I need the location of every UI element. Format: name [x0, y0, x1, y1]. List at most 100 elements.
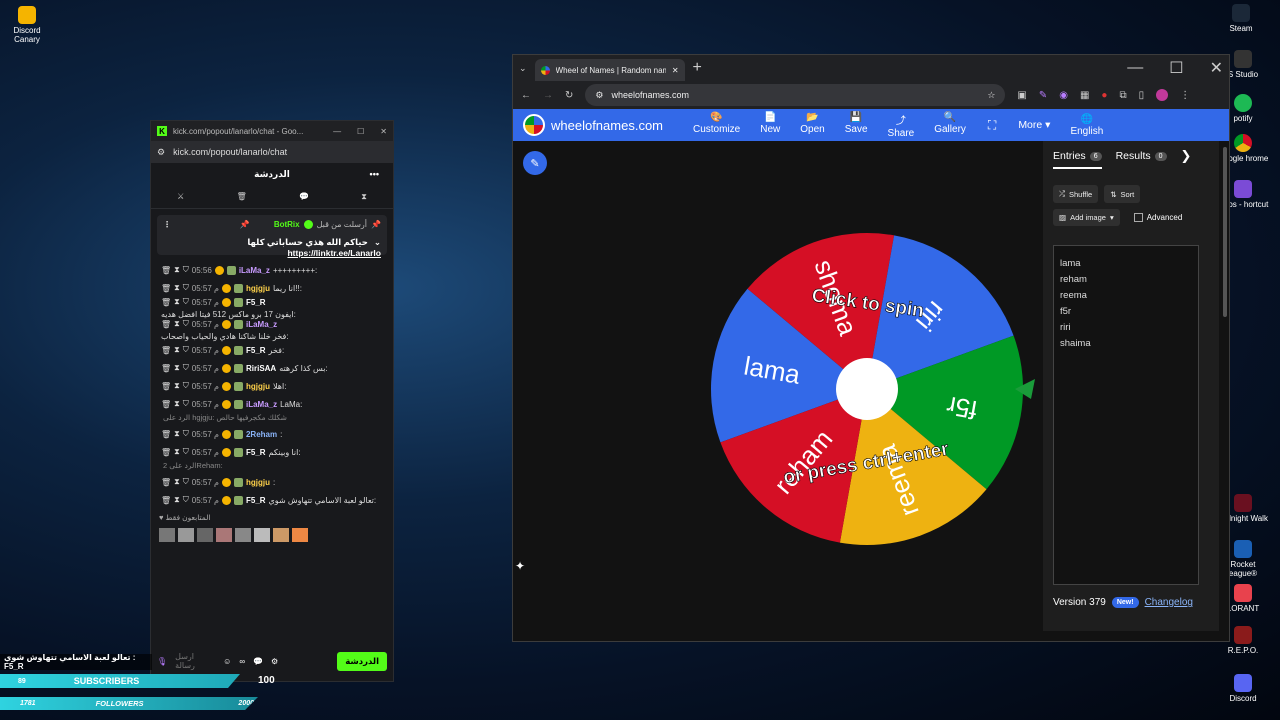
message-username[interactable]: F5_R [246, 346, 266, 355]
pin-icon[interactable]: 📌 [240, 220, 250, 229]
tab-search-icon[interactable]: ⌄ [519, 63, 527, 74]
delete-msg-icon[interactable]: 🗑 [161, 364, 171, 373]
site-info-icon[interactable]: ⚙ [595, 90, 603, 101]
split-icon[interactable]: ▯ [1139, 90, 1145, 101]
add-image-button[interactable]: ▨ Add image ▾ [1053, 209, 1120, 226]
pinned-link[interactable]: https://linktr.ee/Lanarlo [287, 248, 381, 258]
extension-icon[interactable]: ◉ [1059, 90, 1068, 101]
delete-msg-icon[interactable]: 🗑 [161, 284, 171, 293]
extensions-puzzle-icon[interactable]: ⧉ [1119, 90, 1126, 101]
delete-msg-icon[interactable]: 🗑 [161, 400, 171, 409]
maximize-icon[interactable]: ☐ [357, 127, 364, 136]
message-icon[interactable]: 💬 [299, 192, 309, 201]
nav-share-button[interactable]: ⤴ Share [888, 112, 915, 139]
sort-button[interactable]: ⇅ Sort [1104, 185, 1141, 203]
delete-msg-icon[interactable]: 🗑 [161, 382, 171, 391]
site-settings-icon[interactable]: ⚙ [157, 147, 165, 158]
delete-msg-icon[interactable]: 🗑 [161, 346, 171, 355]
site-brand[interactable]: wheelofnames.com [523, 114, 663, 136]
chat-url-bar[interactable]: ⚙ kick.com/popout/lanarlo/chat [151, 141, 393, 163]
emote-icon[interactable] [178, 528, 194, 542]
close-icon[interactable]: ✕ [380, 127, 387, 136]
tab-entries[interactable]: Entries 6 [1053, 150, 1102, 169]
message-username[interactable]: RiriSAA [246, 364, 276, 373]
message-username[interactable]: iLaMa_z [246, 320, 277, 329]
timeout-icon[interactable]: ⧗ [174, 345, 180, 355]
emoji-icon[interactable]: ☺ [223, 657, 231, 666]
nav-open-button[interactable]: 📂 Open [800, 112, 824, 139]
desktop-icon-discord[interactable]: Discord [1216, 674, 1270, 703]
delete-msg-icon[interactable]: 🗑 [161, 266, 171, 275]
language-button[interactable]: 🌐 English [1070, 114, 1103, 137]
timeout-icon[interactable]: ⧗ [174, 447, 180, 457]
emote-icon[interactable] [159, 528, 175, 542]
more-icon[interactable]: ⋮ [163, 220, 171, 229]
timeout-icon[interactable]: ⧗ [174, 477, 180, 487]
message-username[interactable]: F5_R [246, 448, 266, 457]
reload-icon[interactable]: ↻ [565, 90, 573, 101]
delete-msg-icon[interactable]: 🗑 [161, 496, 171, 505]
more-menu-button[interactable]: More ▾ [1018, 119, 1050, 131]
profile-avatar-icon[interactable] [1156, 89, 1169, 101]
minimize-icon[interactable]: — [333, 127, 341, 136]
fullscreen-icon[interactable]: ⛶ [988, 118, 996, 133]
wheel-of-names[interactable]: lamashoma ririf5rreemarehamClick to spino… [697, 219, 1037, 559]
back-icon[interactable]: ← [521, 90, 531, 101]
menu-kebab-icon[interactable]: ⋮ [1180, 90, 1190, 101]
emote-icon[interactable] [216, 528, 232, 542]
timeout-icon[interactable]: ⧗ [174, 399, 180, 409]
delete-msg-icon[interactable]: 🗑 [161, 448, 171, 457]
settings-gear-icon[interactable]: ⚙ [271, 657, 278, 666]
delete-msg-icon[interactable]: 🗑 [161, 298, 171, 307]
timeout-icon[interactable]: ⧗ [174, 381, 180, 391]
message-username[interactable]: hgjgju [246, 382, 270, 391]
edit-pencil-icon[interactable]: ✎ [523, 151, 547, 175]
advanced-checkbox[interactable] [1133, 213, 1143, 222]
hourglass-icon[interactable]: ⧗ [361, 192, 367, 202]
infinity-icon[interactable]: ∞ [239, 657, 245, 666]
message-username[interactable]: hgjgju [246, 478, 270, 487]
nav-gallery-button[interactable]: 🔍 Gallery [934, 112, 966, 139]
nav-new-button[interactable]: 📄 New [760, 112, 780, 139]
send-chat-button[interactable]: الدردشة [337, 651, 387, 671]
extension-icon[interactable]: ✎ [1039, 90, 1047, 101]
emote-icon[interactable] [197, 528, 213, 542]
changelog-link[interactable]: Changelog [1145, 597, 1193, 608]
extension-icon[interactable]: ▦ [1080, 90, 1089, 101]
chat-bubble-icon[interactable]: 💬 [253, 657, 263, 666]
sparkle-icon[interactable]: ✦ [515, 559, 535, 579]
message-username[interactable]: F5_R [246, 496, 266, 505]
trash-icon[interactable]: 🗑 [237, 192, 247, 201]
sword-icon[interactable]: ⚔ [177, 192, 184, 201]
close-icon[interactable]: ✕ [1210, 58, 1223, 78]
delete-msg-icon[interactable]: 🗑 [161, 430, 171, 439]
extension-icon[interactable]: ● [1101, 90, 1107, 101]
desktop-icon-steam[interactable]: Steam [1214, 4, 1268, 33]
desktop-icon-discord-canary[interactable]: Discord Canary [0, 6, 54, 44]
timeout-icon[interactable]: ⧗ [174, 297, 180, 307]
timeout-icon[interactable]: ⧗ [174, 429, 180, 439]
tab-close-icon[interactable]: ✕ [672, 66, 679, 75]
new-tab-icon[interactable]: + [693, 59, 702, 77]
message-username[interactable]: 2Reham [246, 430, 277, 439]
timeout-icon[interactable]: ⧗ [174, 319, 180, 329]
emote-icon[interactable] [273, 528, 289, 542]
message-username[interactable]: F5_R [246, 298, 266, 307]
delete-msg-icon[interactable]: 🗑 [161, 320, 171, 329]
nav-save-button[interactable]: 💾 Save [845, 112, 868, 139]
emote-icon[interactable] [292, 528, 308, 542]
mic-icon[interactable]: 🎙 [157, 657, 167, 666]
delete-msg-icon[interactable]: 🗑 [161, 478, 171, 487]
emote-icon[interactable] [254, 528, 270, 542]
forward-icon[interactable]: → [543, 90, 553, 101]
chat-input[interactable]: ارسل رسالة [175, 652, 215, 670]
tab-wheel-of-names[interactable]: Wheel of Names | Random nam ✕ [534, 59, 685, 81]
timeout-icon[interactable]: ⧗ [174, 283, 180, 293]
minimize-icon[interactable]: — [1127, 59, 1143, 77]
more-options-icon[interactable]: ••• [370, 169, 379, 179]
scrollbar[interactable] [1223, 147, 1227, 317]
emote-icon[interactable] [235, 528, 251, 542]
timeout-icon[interactable]: ⧗ [174, 363, 180, 373]
shuffle-button[interactable]: ⤮ Shuffle [1053, 185, 1099, 203]
tab-results[interactable]: Results 0 [1116, 150, 1167, 162]
